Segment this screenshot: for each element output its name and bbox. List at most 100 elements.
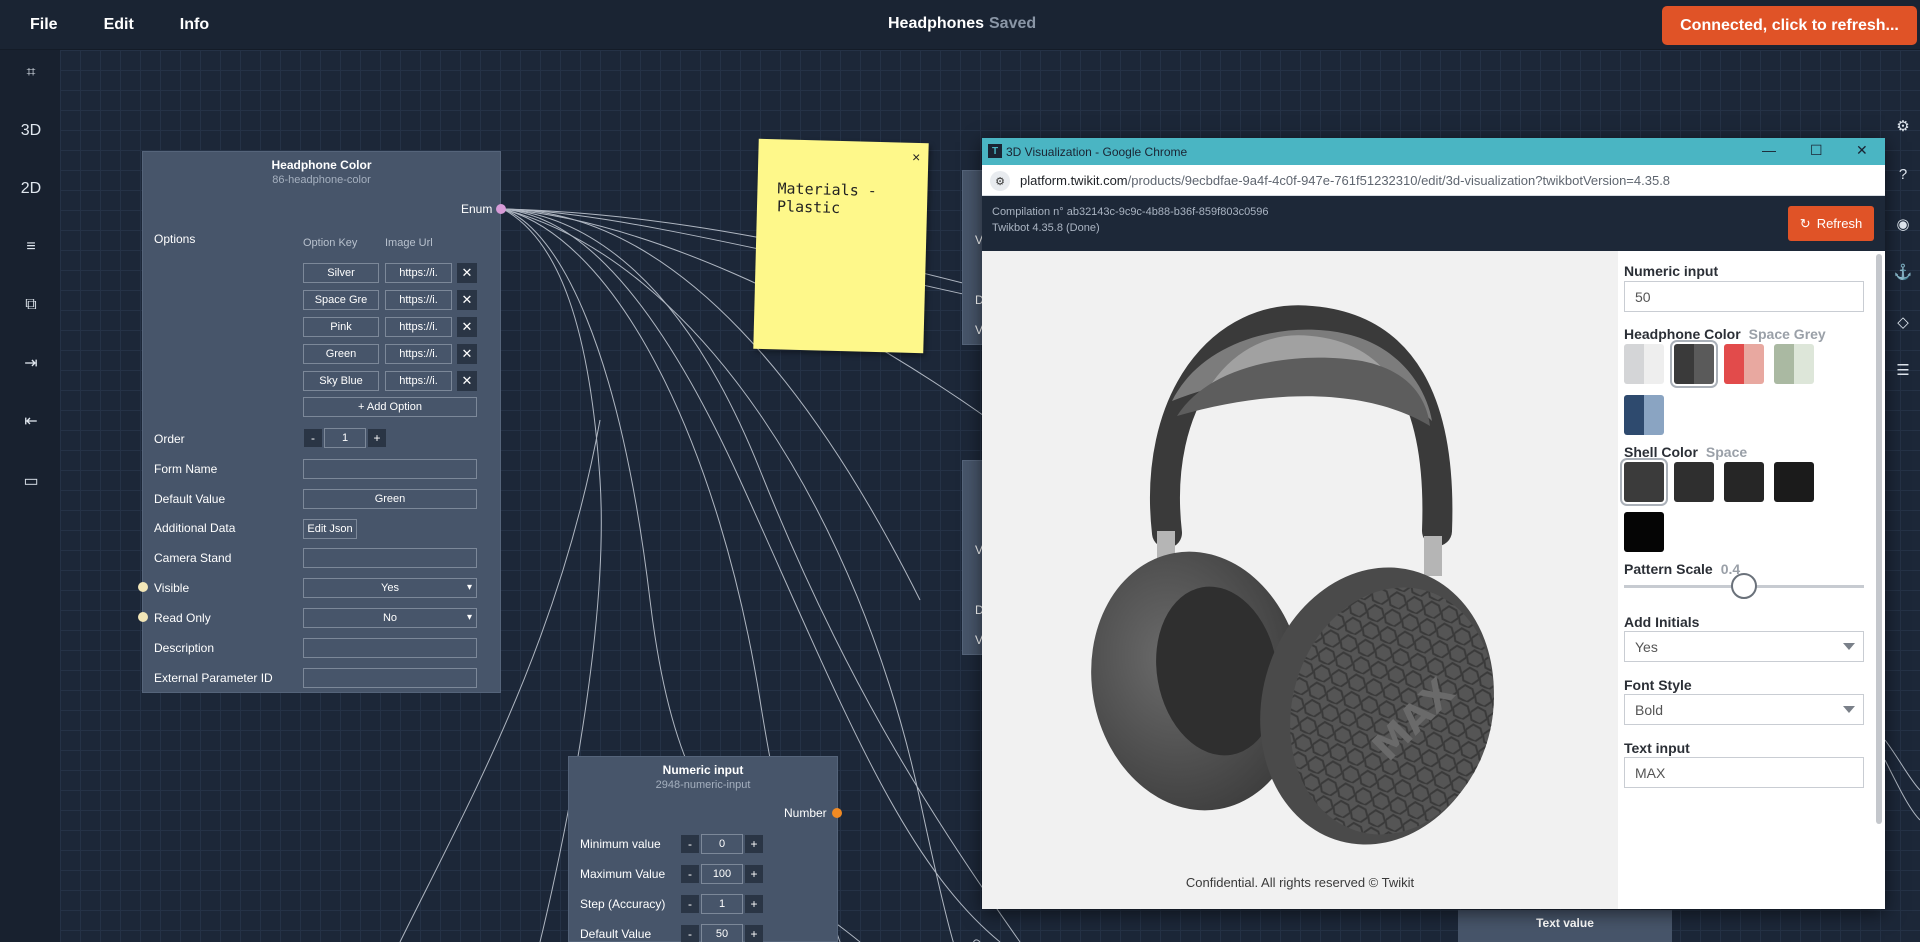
menu-info[interactable]: Info: [180, 16, 209, 34]
site-info-icon[interactable]: ⚙: [990, 171, 1010, 191]
window-title-bar[interactable]: T 3D Visualization - Google Chrome — ☐ ✕: [982, 138, 1885, 165]
headphone-swatch-space-grey[interactable]: [1670, 340, 1718, 388]
components-icon[interactable]: ⧉: [20, 294, 42, 316]
external-parameter-input[interactable]: [303, 668, 477, 688]
2d-icon[interactable]: 2D: [20, 178, 42, 200]
max-value-input[interactable]: 100: [701, 864, 743, 884]
min-increment-button[interactable]: +: [745, 835, 763, 853]
read-only-select[interactable]: No ▾: [303, 608, 477, 628]
add-initials-select[interactable]: Yes: [1624, 631, 1864, 662]
close-icon[interactable]: ✕: [1856, 142, 1868, 159]
font-style-label: Font Style: [1624, 677, 1692, 693]
max-decrement-button[interactable]: -: [681, 865, 699, 883]
remove-option-icon[interactable]: ✕: [457, 290, 477, 310]
folder-icon[interactable]: ▭: [20, 470, 42, 492]
step-input[interactable]: 1: [701, 894, 743, 914]
option-key-input[interactable]: Sky Blue: [303, 371, 379, 391]
option-key-input[interactable]: Pink: [303, 317, 379, 337]
description-input[interactable]: [303, 638, 477, 658]
min-decrement-button[interactable]: -: [681, 835, 699, 853]
remove-option-icon[interactable]: ✕: [457, 371, 477, 391]
read-only-select-value: No: [382, 612, 398, 624]
option-image-url-input[interactable]: https://i.: [385, 290, 452, 310]
default-value-input[interactable]: Green: [303, 489, 477, 509]
option-image-url-input[interactable]: https://i.: [385, 344, 452, 364]
add-option-button[interactable]: + Add Option: [303, 397, 477, 417]
visible-select[interactable]: Yes ▾: [303, 578, 477, 598]
font-style-select[interactable]: Bold: [1624, 694, 1864, 725]
image-url-header: Image Url: [385, 237, 433, 249]
visible-input-port[interactable]: [138, 582, 148, 592]
database-icon[interactable]: ≡: [20, 236, 42, 258]
option-key-input[interactable]: Silver: [303, 263, 379, 283]
maximize-icon[interactable]: ☐: [1810, 142, 1823, 159]
step-decrement-button[interactable]: -: [681, 895, 699, 913]
numeric-input-field[interactable]: 50: [1624, 281, 1864, 312]
connection-refresh-button[interactable]: Connected, click to refresh...: [1662, 6, 1917, 45]
shell-swatch-shell-4[interactable]: [1774, 462, 1814, 502]
shell-swatch-shell-1[interactable]: [1620, 458, 1668, 506]
step-increment-button[interactable]: +: [745, 895, 763, 913]
camera-icon[interactable]: ◉: [1893, 214, 1913, 234]
option-image-url-input[interactable]: https://i.: [385, 263, 452, 283]
shell-swatch-shell-5[interactable]: [1624, 512, 1664, 552]
default-increment-button[interactable]: +: [745, 925, 763, 942]
url-text[interactable]: platform.twikit.com/products/9ecbdfae-9a…: [1020, 173, 1670, 188]
menu-file[interactable]: File: [30, 16, 58, 34]
settings-icon[interactable]: ⚙: [1893, 116, 1913, 136]
text-input-label: Text input: [1624, 740, 1690, 756]
numeric-input-node[interactable]: Numeric input 2948-numeric-input Number …: [568, 756, 838, 942]
3d-viewport[interactable]: MAX Confidential. All rights reserved © …: [982, 251, 1618, 909]
headphone-swatch-sky-blue[interactable]: [1624, 395, 1664, 435]
default-value-input[interactable]: 50: [701, 924, 743, 942]
select-frame-icon[interactable]: ⌗: [20, 62, 42, 84]
refresh-button[interactable]: ↻ Refresh: [1788, 206, 1874, 241]
read-only-input-port[interactable]: [138, 612, 148, 622]
enum-output-port[interactable]: [496, 204, 506, 214]
option-image-url-input[interactable]: https://i.: [385, 371, 452, 391]
minimize-icon[interactable]: —: [1762, 142, 1776, 158]
order-increment-button[interactable]: +: [368, 429, 386, 447]
option-key-input[interactable]: Green: [303, 344, 379, 364]
option-image-url-input[interactable]: https://i.: [385, 317, 452, 337]
max-increment-button[interactable]: +: [745, 865, 763, 883]
list-icon[interactable]: ☰: [1893, 360, 1913, 380]
camera-stand-input[interactable]: [303, 548, 477, 568]
import-icon[interactable]: ⇥: [20, 352, 42, 374]
slider-handle[interactable]: [1731, 573, 1757, 599]
shell-swatch-shell-3[interactable]: [1724, 462, 1764, 502]
close-icon[interactable]: ×: [912, 149, 921, 165]
chrome-popup-window[interactable]: T 3D Visualization - Google Chrome — ☐ ✕…: [982, 138, 1885, 909]
form-name-input[interactable]: [303, 459, 477, 479]
number-output-port[interactable]: [832, 808, 842, 818]
option-key-input[interactable]: Space Gre: [303, 290, 379, 310]
text-input-field[interactable]: MAX: [1624, 757, 1864, 788]
headphone-swatch-green[interactable]: [1774, 344, 1814, 384]
remove-option-icon[interactable]: ✕: [457, 344, 477, 364]
tag-icon[interactable]: ◇: [1893, 312, 1913, 332]
headphone-swatch-pink[interactable]: [1724, 344, 1764, 384]
description-label: Description: [154, 641, 215, 655]
min-value-input[interactable]: 0: [701, 834, 743, 854]
option-key-header: Option Key: [303, 237, 358, 249]
order-decrement-button[interactable]: -: [304, 429, 322, 447]
3d-icon[interactable]: 3D: [20, 120, 42, 142]
sticky-note[interactable]: × Materials - Plastic: [753, 138, 929, 354]
export-icon[interactable]: ⇤: [20, 410, 42, 432]
address-bar[interactable]: ⚙ platform.twikit.com/products/9ecbdfae-…: [982, 165, 1885, 196]
remove-option-icon[interactable]: ✕: [457, 263, 477, 283]
remove-option-icon[interactable]: ✕: [457, 317, 477, 337]
shell-swatch-shell-2[interactable]: [1674, 462, 1714, 502]
panel-scrollbar[interactable]: [1876, 254, 1882, 824]
headphone-color-node[interactable]: Headphone Color 86-headphone-color Enum …: [142, 151, 501, 693]
edit-json-button[interactable]: Edit Json: [303, 519, 357, 539]
stand-icon[interactable]: ⚓: [1893, 262, 1913, 282]
menu-edit[interactable]: Edit: [104, 16, 134, 34]
headphones-model: MAX: [1091, 305, 1494, 845]
default-decrement-button[interactable]: -: [681, 925, 699, 942]
order-input[interactable]: 1: [324, 428, 366, 448]
headphone-swatch-silver[interactable]: [1624, 344, 1664, 384]
chevron-down-icon: ▾: [466, 612, 472, 623]
text-value-node[interactable]: Text value: [1458, 910, 1672, 942]
help-icon[interactable]: ?: [1893, 164, 1913, 184]
